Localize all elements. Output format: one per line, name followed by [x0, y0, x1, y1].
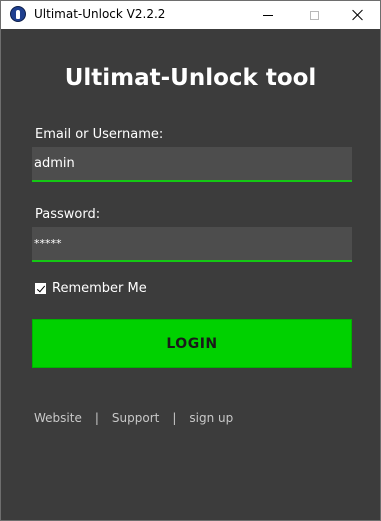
page-title: Ultimat-Unlock tool [64, 65, 317, 91]
password-field[interactable] [32, 227, 352, 262]
minimize-button[interactable] [245, 1, 291, 29]
maximize-button[interactable] [291, 1, 337, 29]
email-field[interactable] [32, 147, 352, 182]
checkmark-icon [36, 283, 45, 292]
remember-me-label: Remember Me [52, 281, 147, 296]
footer-links: Website | Support | sign up [34, 411, 233, 425]
remember-me-toggle[interactable]: Remember Me [35, 281, 147, 296]
minimize-icon [263, 14, 273, 16]
close-button[interactable] [335, 1, 381, 29]
link-separator: | [94, 411, 99, 425]
support-link[interactable]: Support [112, 411, 159, 425]
remember-me-checkbox[interactable] [35, 283, 46, 294]
email-label: Email or Username: [35, 127, 164, 142]
window-title: Ultimat-Unlock V2.2.2 [34, 7, 166, 21]
link-separator: | [172, 411, 177, 425]
password-label: Password: [35, 207, 101, 222]
login-button[interactable]: LOGIN [32, 319, 352, 368]
app-window: Ultimat-Unlock V2.2.2 Ultimat-Unlock too… [0, 0, 381, 521]
maximize-icon [309, 10, 319, 20]
close-icon [352, 9, 364, 21]
signup-link[interactable]: sign up [189, 411, 233, 425]
website-link[interactable]: Website [34, 411, 82, 425]
title-bar[interactable]: Ultimat-Unlock V2.2.2 [1, 1, 380, 29]
unlock-logo-icon [10, 6, 26, 22]
